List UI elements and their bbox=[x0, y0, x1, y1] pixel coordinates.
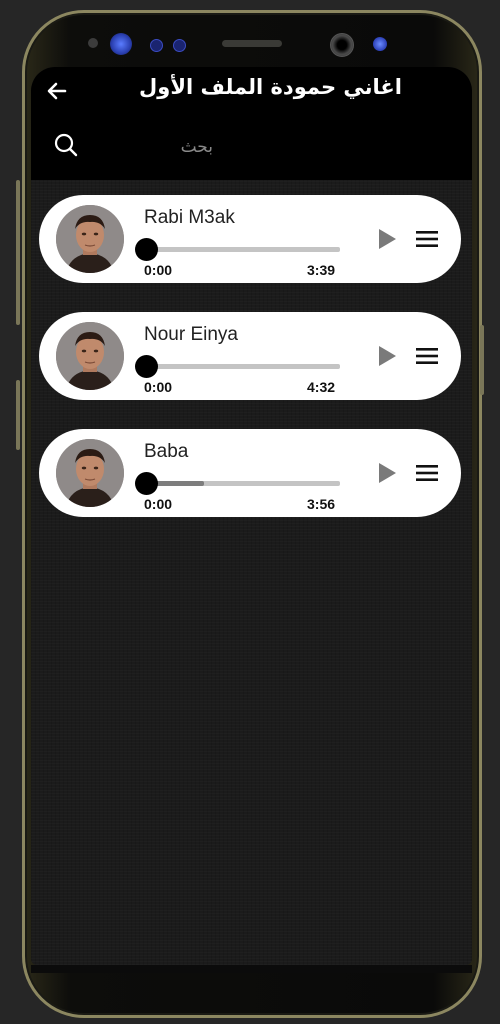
artist-avatar bbox=[56, 322, 124, 390]
menu-icon[interactable] bbox=[416, 229, 438, 249]
play-icon[interactable] bbox=[376, 345, 398, 367]
sensor-dot bbox=[150, 39, 163, 52]
app-bar: اغاني حمودة الملف الأول bbox=[31, 67, 472, 180]
song-item[interactable]: Baba 0:00 3:56 bbox=[39, 429, 461, 517]
page-title: اغاني حمودة الملف الأول bbox=[139, 75, 402, 99]
menu-icon[interactable] bbox=[416, 346, 438, 366]
artist-avatar bbox=[56, 439, 124, 507]
front-camera bbox=[330, 33, 354, 57]
song-item[interactable]: Nour Einya 0:00 4:32 bbox=[39, 312, 461, 400]
duration: 3:56 bbox=[307, 496, 336, 512]
app-screen: اغاني حمودة الملف الأول Rabi M3ak 0:00 3… bbox=[31, 67, 472, 965]
progress-track[interactable] bbox=[149, 481, 340, 486]
current-time: 0:00 bbox=[144, 496, 173, 512]
menu-icon[interactable] bbox=[416, 463, 438, 483]
progress-thumb[interactable] bbox=[135, 472, 158, 495]
song-title: Baba bbox=[144, 441, 189, 462]
progress-thumb[interactable] bbox=[135, 238, 158, 261]
search-icon[interactable] bbox=[54, 133, 78, 157]
front-sensor bbox=[110, 33, 132, 55]
duration: 4:32 bbox=[307, 379, 336, 395]
progress-thumb[interactable] bbox=[135, 355, 158, 378]
play-icon[interactable] bbox=[376, 228, 398, 250]
artist-avatar bbox=[56, 205, 124, 273]
progress-track[interactable] bbox=[149, 364, 340, 369]
progress-track[interactable] bbox=[149, 247, 340, 252]
current-time: 0:00 bbox=[144, 262, 173, 278]
earpiece-speaker bbox=[222, 40, 282, 47]
sensor-dot bbox=[173, 39, 186, 52]
side-button-right bbox=[480, 325, 484, 395]
song-title: Nour Einya bbox=[144, 324, 238, 345]
search-input[interactable] bbox=[91, 133, 215, 161]
side-button-left-2 bbox=[16, 380, 20, 450]
song-item[interactable]: Rabi M3ak 0:00 3:39 bbox=[39, 195, 461, 283]
sensor-dot bbox=[88, 38, 98, 48]
screen-bottom-bezel bbox=[31, 965, 472, 973]
song-title: Rabi M3ak bbox=[144, 207, 235, 228]
side-button-left-1 bbox=[16, 180, 20, 325]
current-time: 0:00 bbox=[144, 379, 173, 395]
duration: 3:39 bbox=[307, 262, 336, 278]
play-icon[interactable] bbox=[376, 462, 398, 484]
proximity-sensor bbox=[373, 37, 387, 51]
arrow-left-icon[interactable] bbox=[45, 79, 69, 103]
